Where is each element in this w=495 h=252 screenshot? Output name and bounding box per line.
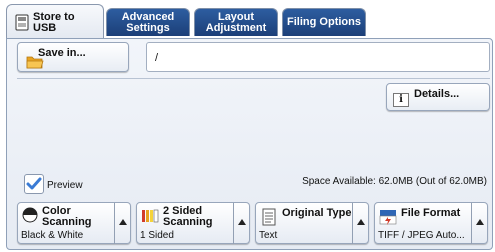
up-arrow-icon — [238, 219, 246, 225]
checkbox-box — [24, 174, 44, 194]
file-format-button[interactable]: File Format TIFF / JPEG Auto... — [374, 202, 472, 244]
usb-drive-icon — [15, 14, 29, 31]
color-scanning-value: Black & White — [21, 230, 84, 241]
color-scanning-button[interactable]: Color Scanning Black & White — [17, 202, 115, 244]
file-format-up-arrow[interactable] — [472, 202, 488, 244]
original-type-title: Original Type — [282, 207, 352, 219]
tab-store-to-usb-label: Store to USB — [33, 11, 75, 34]
tab-bar: Store to USB Advanced Settings Layout Ad… — [0, 0, 495, 38]
two-sided-value: 1 Sided — [140, 230, 174, 241]
save-in-button[interactable]: Save in... — [17, 42, 129, 72]
tab-advanced-settings[interactable]: Advanced Settings — [106, 8, 190, 36]
tab-layout-adjustment[interactable]: Layout Adjustment — [194, 8, 278, 36]
document-icon — [262, 208, 276, 226]
color-scanning-icon — [22, 207, 38, 223]
up-arrow-icon — [119, 219, 127, 225]
tab-store-to-usb[interactable]: Store to USB — [6, 4, 104, 38]
tab-filing-options[interactable]: Filing Options — [282, 8, 366, 36]
details-button[interactable]: i Details... — [386, 83, 490, 111]
space-available-text: Space Available: 62.0MB (Out of 62.0MB) — [302, 176, 487, 187]
file-format-value: TIFF / JPEG Auto... — [378, 230, 465, 241]
original-type-up-arrow[interactable] — [353, 202, 369, 244]
info-icon: i — [393, 93, 409, 107]
color-scanning-title: Color Scanning — [42, 205, 92, 228]
details-label: Details... — [414, 88, 460, 100]
preview-label: Preview — [47, 180, 83, 191]
two-sided-scanning-button[interactable]: 2 Sided Scanning 1 Sided — [136, 202, 234, 244]
checkmark-icon — [26, 177, 42, 190]
file-format-icon — [379, 210, 397, 225]
color-scanning-up-arrow[interactable] — [115, 202, 131, 244]
save-path-field[interactable]: / — [146, 42, 490, 72]
main-panel: Save in... / i Details... Preview Space … — [6, 38, 493, 250]
save-in-label: Save in... — [38, 47, 86, 59]
original-type-value: Text — [259, 230, 278, 241]
save-path-value: / — [155, 52, 159, 64]
divider — [17, 78, 490, 79]
file-format-title: File Format — [401, 207, 461, 219]
two-sided-icon — [142, 209, 159, 223]
two-sided-up-arrow[interactable] — [234, 202, 250, 244]
original-type-button[interactable]: Original Type Text — [255, 202, 353, 244]
two-sided-title: 2 Sided Scanning — [163, 205, 213, 228]
up-arrow-icon — [357, 219, 365, 225]
up-arrow-icon — [476, 219, 484, 225]
